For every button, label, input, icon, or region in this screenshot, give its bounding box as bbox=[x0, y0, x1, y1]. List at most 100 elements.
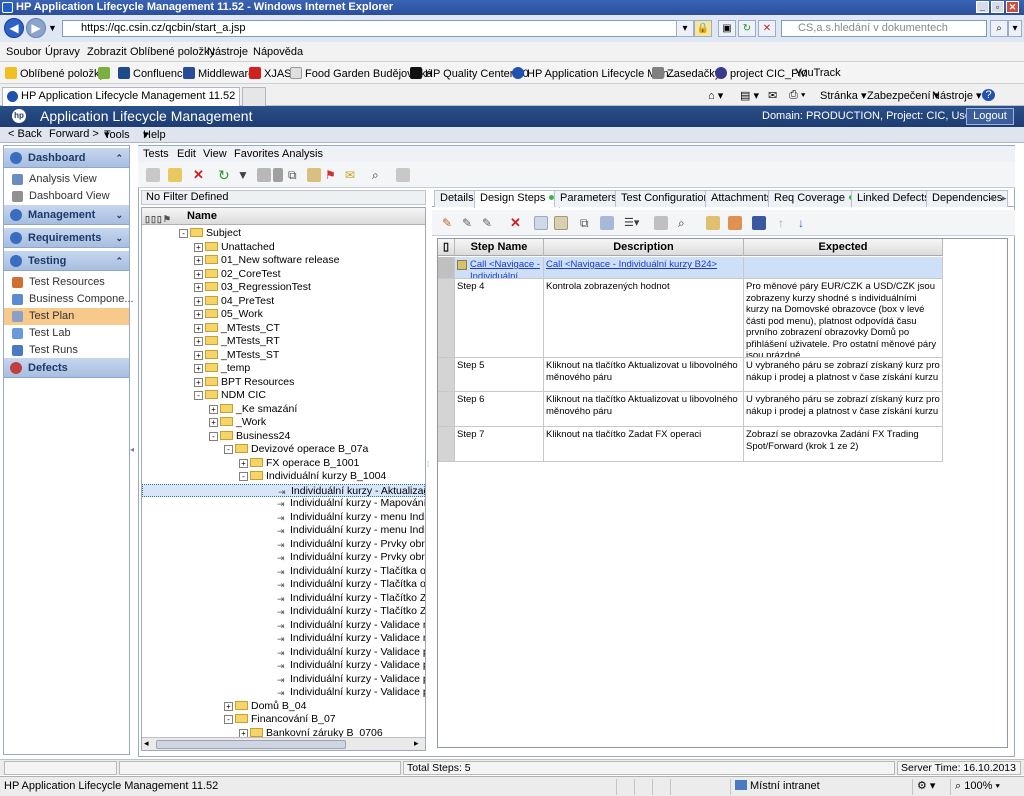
add-favorite-icon[interactable] bbox=[98, 67, 113, 80]
tree-folder-node[interactable]: + BPT Resources bbox=[194, 376, 294, 389]
forward-link[interactable]: Forward > bbox=[49, 128, 99, 140]
tab-dependencies[interactable]: Dependencies bbox=[926, 190, 1009, 207]
tree-test-node[interactable]: ⇥ Individuální kurzy - Validace měn bbox=[277, 619, 425, 632]
favorites-button[interactable]: Oblíbené položky bbox=[5, 67, 105, 80]
menu-soubor[interactable]: Soubor bbox=[6, 46, 41, 58]
find-icon[interactable] bbox=[273, 168, 283, 182]
tree-test-node[interactable]: ⇥ Individuální kurzy - Tlačítko Zad bbox=[277, 592, 425, 605]
sidebar-item-test-plan[interactable]: Test Plan bbox=[4, 308, 129, 325]
history-dropdown-icon[interactable]: ▼ bbox=[48, 23, 57, 33]
row-header[interactable] bbox=[438, 279, 455, 357]
delete-step-icon[interactable]: ✕ bbox=[510, 216, 524, 230]
tab-details[interactable]: Details bbox=[434, 190, 480, 207]
tree-test-node[interactable]: ⇥ Individuální kurzy - Validace při p bbox=[277, 686, 425, 699]
search-dropdown-icon[interactable]: ▾ bbox=[1008, 20, 1022, 37]
cmd-zabezpeceni[interactable]: Zabezpečení ▾ bbox=[867, 89, 939, 102]
cell-description[interactable]: Kliknout na tlačítko Aktualizovat u libo… bbox=[544, 392, 744, 426]
tree-folder-node[interactable]: - Business24 bbox=[209, 430, 290, 443]
collapse-icon[interactable]: - bbox=[179, 229, 188, 238]
table-row[interactable]: Step 7 Kliknout na tlačítko Zadat FX oper… bbox=[438, 427, 943, 462]
tree-folder-node[interactable]: + Unattached bbox=[194, 241, 275, 254]
menu-view[interactable]: View bbox=[203, 148, 227, 160]
new-folder-icon[interactable] bbox=[146, 168, 160, 182]
collapse-icon[interactable]: - bbox=[239, 472, 248, 481]
cell-expected[interactable]: U vybraného páru se zobrazí získaný kurz… bbox=[744, 358, 943, 391]
tree-folder-node[interactable]: +04_PreTest bbox=[194, 295, 274, 308]
back-arrow-icon[interactable]: ◀ bbox=[4, 18, 24, 38]
menu-analysis[interactable]: Analysis bbox=[282, 148, 323, 160]
cell-description[interactable]: Kliknout na tlačítko Zadat FX operaci bbox=[544, 427, 744, 461]
search-icon[interactable]: ⌕ bbox=[372, 168, 386, 182]
scroll-right-icon[interactable]: ▸ bbox=[414, 738, 419, 749]
copy-url-icon[interactable] bbox=[307, 168, 321, 182]
tree-folder-node[interactable]: + _MTests_RT bbox=[194, 335, 280, 348]
menu-napoveda[interactable]: Nápověda bbox=[253, 46, 303, 58]
sidebar-item-test-resources[interactable]: Test Resources bbox=[4, 274, 129, 291]
menu-edit[interactable]: Edit bbox=[177, 148, 196, 160]
tree-test-node[interactable]: ⇥ Individuální kurzy - Tlačítka obra bbox=[277, 565, 425, 578]
tree-test-node[interactable]: ⇥ Individuální kurzy - Aktualizace k bbox=[142, 483, 425, 497]
generate-script-icon[interactable] bbox=[706, 216, 720, 230]
menu-nastroje[interactable]: Nástroje bbox=[207, 46, 248, 58]
tree-test-node[interactable]: ⇥ Individuální kurzy - Prvky obrazo bbox=[277, 551, 425, 564]
fav-middleware[interactable]: Middleware bbox=[183, 67, 254, 80]
table-row[interactable]: Step 4 Kontrola zobrazených hodnot Pro měn… bbox=[438, 279, 943, 358]
tree-folder-node[interactable]: + _MTests_CT bbox=[194, 322, 280, 335]
cmd-stranka[interactable]: Stránka ▾ bbox=[820, 89, 867, 102]
col-description[interactable]: Description bbox=[544, 239, 744, 256]
expand-icon[interactable]: + bbox=[194, 242, 203, 252]
row-header[interactable] bbox=[438, 392, 455, 426]
go-to-icon[interactable] bbox=[257, 168, 271, 182]
back-link[interactable]: < Back bbox=[8, 128, 42, 140]
url-field[interactable]: https://qc.csin.cz/qcbin/start_a.jsp bbox=[62, 20, 689, 37]
print-icon[interactable]: ⎙ ▾ bbox=[789, 89, 805, 102]
menu-favorites[interactable]: Favorites bbox=[234, 148, 279, 160]
tree-horizontal-scrollbar[interactable]: ◂ ▸ bbox=[142, 737, 425, 750]
cell-step[interactable]: Step 4 bbox=[455, 279, 544, 357]
parameters-icon[interactable] bbox=[654, 216, 668, 230]
tree-test-node[interactable]: ⇥ Individuální kurzy - menu Individ bbox=[277, 511, 425, 524]
delete-icon[interactable]: ✕ bbox=[193, 168, 207, 182]
call-test-icon[interactable] bbox=[600, 216, 614, 230]
tabs-scroll-left-icon[interactable]: ◂ bbox=[989, 193, 994, 204]
help-icon[interactable]: ? bbox=[982, 89, 995, 101]
tree-folder-node[interactable]: + _Work bbox=[209, 416, 266, 429]
fav-youtrack[interactable]: YouTrack bbox=[795, 67, 841, 79]
tree-folder-node[interactable]: +01_New software release bbox=[194, 254, 339, 267]
expand-icon[interactable]: + bbox=[194, 310, 203, 319]
fav-zasedacky[interactable]: Zasedačky bbox=[652, 67, 720, 80]
tree-test-node[interactable]: ⇥ Individuální kurzy - Validace při c bbox=[277, 646, 425, 659]
fav-xjas[interactable]: XJAS bbox=[249, 67, 292, 80]
forward-arrow-icon[interactable]: ▶ bbox=[26, 18, 46, 38]
tree-test-node[interactable]: ⇥ Individuální kurzy - Validace na r bbox=[277, 632, 425, 645]
cell-expected[interactable]: Zobrazí se obrazovka Zadání FX Trading S… bbox=[744, 427, 943, 461]
menu-oblibene[interactable]: Oblíbené položky bbox=[130, 46, 215, 58]
cell-step[interactable]: Step 7 bbox=[455, 427, 544, 461]
mail-icon[interactable]: ✉ bbox=[768, 89, 777, 102]
collapse-icon[interactable]: - bbox=[209, 431, 218, 441]
tree-test-node[interactable]: ⇥ Individuální kurzy - Tlačítka obra bbox=[277, 578, 425, 591]
sidebar-group-testing[interactable]: Testing ⌃ bbox=[4, 251, 129, 271]
expand-icon[interactable]: + bbox=[194, 323, 203, 333]
tree-test-node[interactable]: ⇥ Individuální kurzy - Validace při p bbox=[277, 673, 425, 686]
row-header[interactable] bbox=[438, 358, 455, 391]
cell-expected[interactable]: Pro měnové páry EUR/CZK a USD/CZK jsou z… bbox=[744, 279, 943, 357]
sidebar-item-analysis-view[interactable]: Analysis View bbox=[4, 171, 129, 188]
find-icon[interactable]: ⌕ bbox=[678, 216, 692, 230]
menu-zobrazit[interactable]: Zobrazit bbox=[87, 46, 127, 58]
refresh-icon[interactable]: ↻ bbox=[218, 168, 232, 182]
security-zone[interactable]: Místní intranet bbox=[730, 779, 908, 795]
copy-icon[interactable] bbox=[534, 216, 548, 230]
url-dropdown-button[interactable]: ▾ bbox=[676, 20, 694, 37]
feeds-icon[interactable]: ▤ ▾ bbox=[740, 89, 759, 102]
compat-view-icon[interactable]: ▣ bbox=[718, 20, 736, 37]
tree-folder-node[interactable]: +02_CoreTest bbox=[194, 268, 281, 281]
refresh-icon[interactable]: ↻ bbox=[738, 20, 756, 37]
fav-quality-center[interactable]: HP Quality Center 10 bbox=[410, 67, 529, 80]
fav-confluence[interactable]: Confluence bbox=[118, 67, 189, 80]
menu-upravy[interactable]: Úpravy bbox=[45, 46, 80, 58]
cell-expected[interactable]: U vybraného páru se zobrazí získaný kurz… bbox=[744, 392, 943, 426]
table-row[interactable]: Step 5 Kliknout na tlačítko Aktualizovat … bbox=[438, 358, 943, 392]
table-row[interactable]: Step 6 Kliknout na tlačítko Aktualizovat … bbox=[438, 392, 943, 427]
home-icon[interactable]: ⌂ ▾ bbox=[708, 89, 723, 102]
